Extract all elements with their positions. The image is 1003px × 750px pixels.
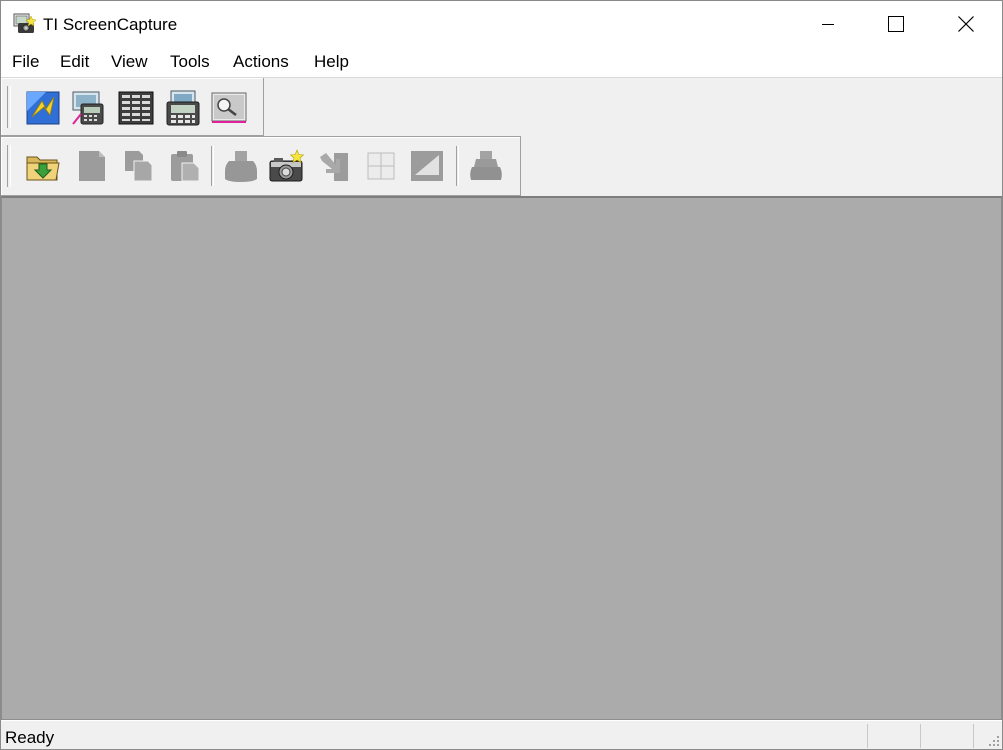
menu-tools[interactable]: Tools xyxy=(170,52,210,72)
app-icon xyxy=(13,13,37,35)
keypad-grid-button[interactable] xyxy=(118,90,154,126)
handheld-device-button[interactable] xyxy=(165,90,201,126)
menu-help[interactable]: Help xyxy=(314,52,349,72)
stack-device-button[interactable] xyxy=(468,148,504,184)
workspace-area[interactable] xyxy=(1,196,1002,720)
camera-capture-button[interactable] xyxy=(269,148,305,184)
maximize-button[interactable] xyxy=(873,1,919,47)
capture-toolbar xyxy=(1,136,521,196)
menu-actions[interactable]: Actions xyxy=(233,52,289,72)
title-bar[interactable]: TI ScreenCapture xyxy=(1,1,1002,47)
camera-icon xyxy=(269,149,305,182)
paste-button[interactable] xyxy=(167,148,203,184)
frame-icon xyxy=(411,151,443,181)
window-title: TI ScreenCapture xyxy=(43,15,178,34)
grid-icon xyxy=(367,152,395,180)
menu-view[interactable]: View xyxy=(111,52,148,72)
calculator-zoom-button[interactable] xyxy=(71,90,107,126)
copy-button[interactable] xyxy=(121,148,157,184)
close-button[interactable] xyxy=(943,1,989,47)
frame-button[interactable] xyxy=(409,148,445,184)
minimize-icon xyxy=(822,24,834,25)
device-toolbar xyxy=(1,78,264,136)
minimize-button[interactable] xyxy=(805,1,851,47)
toolbar-grip[interactable] xyxy=(7,86,11,128)
status-text: Ready xyxy=(5,728,55,747)
stack-device-icon xyxy=(470,151,502,180)
screen-search-button[interactable] xyxy=(211,90,247,126)
copy-icon xyxy=(125,151,153,182)
menu-edit[interactable]: Edit xyxy=(60,52,89,72)
send-button[interactable] xyxy=(317,148,353,184)
open-folder-icon xyxy=(26,156,60,181)
capture-device-icon xyxy=(225,151,257,182)
menu-file[interactable]: File xyxy=(12,52,39,72)
toolbar-separator xyxy=(456,146,459,186)
calculator-emulator-icon xyxy=(26,91,60,125)
handheld-device-icon xyxy=(166,90,200,126)
capture-device-button[interactable] xyxy=(223,148,259,184)
close-icon xyxy=(958,16,974,32)
status-pane xyxy=(867,724,920,748)
app-window: TI ScreenCapture File Edit View Tools Ac… xyxy=(0,0,1003,750)
maximize-icon xyxy=(888,16,904,32)
screen-search-icon xyxy=(211,92,247,123)
keypad-grid-icon xyxy=(118,91,154,125)
new-page-button[interactable] xyxy=(73,148,109,184)
menu-bar: File Edit View Tools Actions Help xyxy=(1,47,1002,78)
open-button[interactable] xyxy=(25,148,61,184)
page-icon xyxy=(79,151,105,181)
status-pane xyxy=(920,724,973,748)
status-bar: Ready xyxy=(1,720,1002,749)
grid-button[interactable] xyxy=(363,148,399,184)
toolbar-grip[interactable] xyxy=(7,145,11,187)
calculator-zoom-icon xyxy=(72,91,104,125)
send-icon xyxy=(320,153,348,181)
resize-grip-icon[interactable] xyxy=(986,734,1000,748)
toolbar-separator xyxy=(211,146,214,186)
paste-icon xyxy=(171,151,200,182)
calculator-emulator-button[interactable] xyxy=(25,90,61,126)
toolbar-area xyxy=(1,78,1002,196)
